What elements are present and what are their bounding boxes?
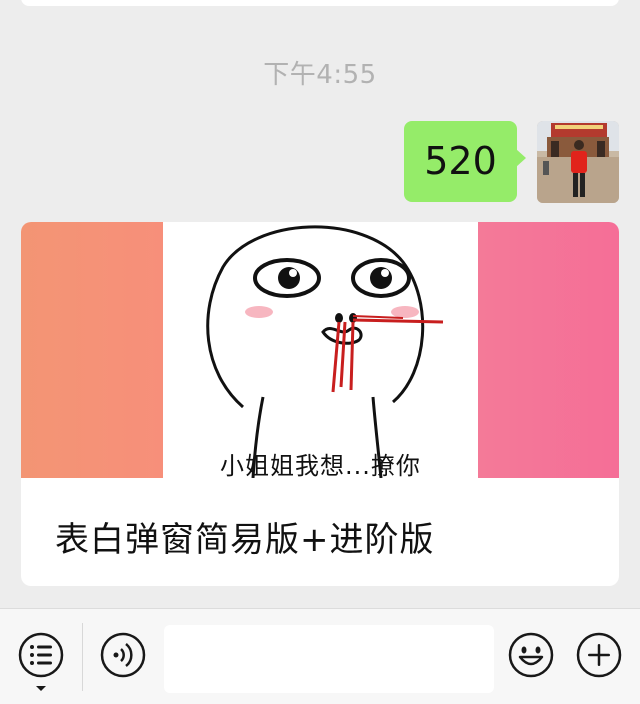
link-card-title: 表白弹窗简易版+进阶版 <box>55 520 435 560</box>
avatar[interactable] <box>537 121 619 203</box>
voice-icon[interactable] <box>99 631 147 683</box>
plus-icon[interactable] <box>575 631 623 683</box>
meme-face-illustration <box>206 225 444 478</box>
sent-message-bubble[interactable]: 520 <box>404 121 517 202</box>
meme-caption: 小姐姐我想...撩你 <box>220 452 421 478</box>
emoji-icon[interactable] <box>507 631 555 683</box>
message-timestamp: 下午4:55 <box>263 60 377 90</box>
link-card-thumbnail: 小姐姐我想...撩你 <box>21 222 619 478</box>
menu-list-icon[interactable] <box>17 631 65 697</box>
message-input[interactable] <box>164 625 494 693</box>
bubble-tail <box>516 149 526 167</box>
bar-divider <box>82 623 83 691</box>
link-card[interactable]: 小姐姐我想...撩你 表白弹窗简易版+进阶版 <box>21 222 619 586</box>
chat-input-bar <box>0 608 640 704</box>
previous-message-card[interactable] <box>21 0 619 6</box>
